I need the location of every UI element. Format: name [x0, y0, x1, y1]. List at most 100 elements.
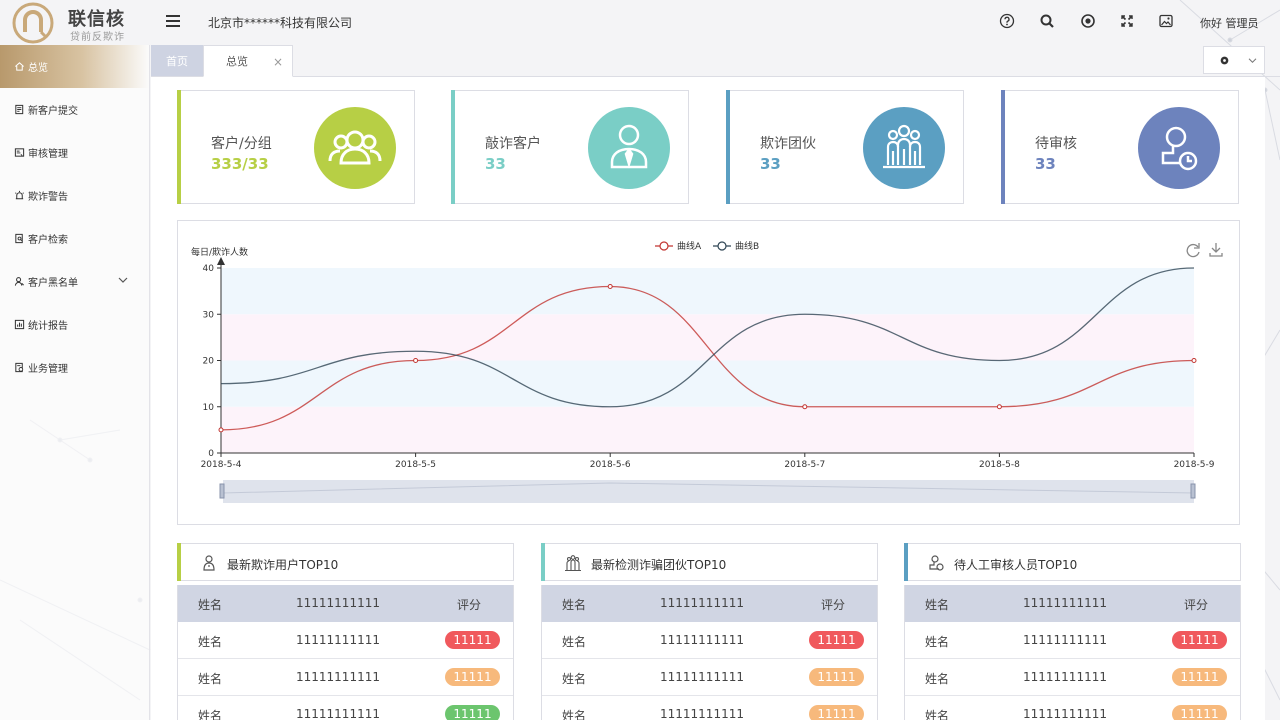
- cell-number: 11111111111: [296, 670, 380, 684]
- download-icon[interactable]: [1209, 243, 1223, 257]
- logo-mark-icon: [12, 2, 54, 44]
- top-header: 联信核 贷前反欺诈 北京市******科技有限公司 你好 管理员: [0, 0, 1280, 45]
- cell-number: 11111111111: [1023, 633, 1107, 647]
- table-row[interactable]: 姓名 11111111111 11111: [542, 622, 877, 659]
- menu-toggle-button[interactable]: [166, 15, 180, 27]
- column-header-score: 评分: [1184, 598, 1209, 612]
- cell-name: 姓名: [562, 635, 587, 649]
- list-title: 待人工审核人员TOP10: [954, 558, 1078, 572]
- sidebar-item-audit[interactable]: 审核管理: [0, 131, 149, 174]
- list-header-fraud-gangs: 最新检测诈骗团伙TOP10: [541, 543, 878, 581]
- fraud-trend-chart: 0 10 20 30 40 2018-5-4 2018-5-5 2018-5-6 2018-5-…: [177, 220, 1240, 525]
- tab-bar: 首页 总览 ×: [151, 45, 1280, 77]
- cell-name: 姓名: [925, 672, 950, 686]
- x-tick-label: 2018-5-8: [979, 460, 1020, 470]
- data-point: [607, 284, 613, 289]
- user-greeting[interactable]: 你好 管理员: [1200, 15, 1259, 31]
- score-badge[interactable]: 11111: [1172, 631, 1227, 649]
- sidebar: 总览 新客户提交 审核管理 欺诈警告 客户检索 客户黑名单 统计报告 业务管理: [0, 45, 150, 720]
- x-tick-label: 2018-5-7: [784, 460, 825, 470]
- zoom-handle-left: [219, 483, 225, 499]
- sidebar-item-report[interactable]: 统计报告: [0, 303, 149, 346]
- grid-band: [221, 268, 1194, 315]
- refresh-icon[interactable]: [1186, 243, 1200, 258]
- tab-overview[interactable]: 总览 ×: [203, 45, 293, 77]
- list-table-manual-review: 姓名 11111111111 评分 姓名 11111111111 11111 姓…: [904, 585, 1241, 720]
- cell-name: 姓名: [198, 709, 223, 720]
- stamp-clock-icon: [1138, 107, 1220, 189]
- sidebar-item-label: 统计报告: [28, 321, 68, 332]
- legend-marker: [659, 241, 669, 251]
- main-content: 客户/分组 333/33 敲诈客户 33 欺诈团伙 33 待审核 33 0 10…: [151, 77, 1265, 720]
- stat-card-gangs[interactable]: 欺诈团伙 33: [726, 90, 964, 204]
- table-header-row: 姓名 11111111111 评分: [542, 585, 877, 622]
- data-zoom-slider[interactable]: [219, 480, 1196, 503]
- score-badge[interactable]: 11111: [809, 631, 864, 649]
- stat-card-pending[interactable]: 待审核 33: [1001, 90, 1239, 204]
- score-badge[interactable]: 11111: [809, 668, 864, 686]
- table-row[interactable]: 姓名 11111111111 11111: [905, 622, 1240, 659]
- column-header-score: 评分: [457, 598, 482, 612]
- legend-item[interactable]: 曲线B: [713, 240, 759, 252]
- cell-name: 姓名: [198, 635, 223, 649]
- sidebar-item-label: 总览: [28, 63, 48, 74]
- table-row[interactable]: 姓名 11111111111 11111: [542, 696, 877, 720]
- column-header-score: 评分: [821, 598, 846, 612]
- sidebar-item-fraud-alert[interactable]: 欺诈警告: [0, 174, 149, 217]
- column-header-name: 姓名: [925, 598, 950, 612]
- list-title: 最新检测诈骗团伙TOP10: [591, 558, 727, 572]
- table-row[interactable]: 姓名 11111111111 11111: [178, 622, 513, 659]
- stat-label: 客户/分组: [211, 136, 272, 152]
- sidebar-item-new-customer[interactable]: 新客户提交: [0, 88, 149, 131]
- cell-number: 11111111111: [660, 633, 744, 647]
- zoom-handle-right: [1190, 483, 1196, 499]
- table-row[interactable]: 姓名 11111111111 11111: [905, 659, 1240, 696]
- table-row[interactable]: 姓名 11111111111 11111: [178, 696, 513, 720]
- sidebar-item-label: 新客户提交: [28, 106, 78, 117]
- column-header-number: 11111111111: [660, 596, 744, 610]
- fullscreen-icon[interactable]: [1119, 13, 1135, 29]
- tab-home[interactable]: 首页: [151, 45, 203, 76]
- app-subtitle: 贷前反欺诈: [70, 32, 125, 43]
- column-header-name: 姓名: [198, 598, 223, 612]
- tab-options-dropdown[interactable]: [1203, 46, 1265, 74]
- sidebar-item-business[interactable]: 业务管理: [0, 346, 149, 389]
- score-badge[interactable]: 11111: [1172, 668, 1227, 686]
- image-icon[interactable]: [1158, 13, 1174, 29]
- score-badge[interactable]: 11111: [809, 705, 864, 720]
- close-icon[interactable]: ×: [273, 55, 283, 69]
- score-badge[interactable]: 11111: [445, 631, 500, 649]
- sidebar-item-blacklist[interactable]: 客户黑名单: [0, 260, 149, 303]
- y-axis-label: 每日/欺诈人数: [191, 246, 248, 258]
- table-row[interactable]: 姓名 11111111111 11111: [542, 659, 877, 696]
- logo[interactable]: 联信核 贷前反欺诈: [12, 2, 152, 44]
- manage-icon: [15, 362, 24, 373]
- sidebar-item-customer-search[interactable]: 客户检索: [0, 217, 149, 260]
- chevron-down-icon[interactable]: [118, 276, 128, 284]
- cell-name: 姓名: [562, 672, 587, 686]
- list-header-manual-review: 待人工审核人员TOP10: [904, 543, 1241, 581]
- list-accent-bar: [177, 543, 181, 581]
- sidebar-item-overview[interactable]: 总览: [0, 45, 149, 88]
- score-badge[interactable]: 11111: [445, 705, 500, 720]
- sidebar-item-label: 客户黑名单: [28, 278, 78, 289]
- search-icon[interactable]: [1039, 13, 1055, 29]
- score-badge[interactable]: 11111: [445, 668, 500, 686]
- list-accent-bar: [904, 543, 908, 581]
- legend-item[interactable]: 曲线A: [655, 240, 702, 252]
- stat-card-blackmail[interactable]: 敲诈客户 33: [451, 90, 689, 204]
- gang-icon: [863, 107, 945, 189]
- legend-label: 曲线A: [677, 240, 702, 252]
- stat-card-customers[interactable]: 客户/分组 333/33: [177, 90, 415, 204]
- stat-value: 33: [760, 155, 781, 173]
- stat-label: 待审核: [1035, 136, 1077, 152]
- help-icon[interactable]: [999, 13, 1015, 29]
- tab-label: 总览: [226, 55, 248, 68]
- card-accent-bar: [1001, 90, 1005, 204]
- score-badge[interactable]: 11111: [1172, 705, 1227, 720]
- table-header-row: 姓名 11111111111 评分: [178, 585, 513, 622]
- table-row[interactable]: 姓名 11111111111 11111: [178, 659, 513, 696]
- table-row[interactable]: 姓名 11111111111 11111: [905, 696, 1240, 720]
- target-icon[interactable]: [1080, 13, 1096, 29]
- card-accent-bar: [177, 90, 181, 204]
